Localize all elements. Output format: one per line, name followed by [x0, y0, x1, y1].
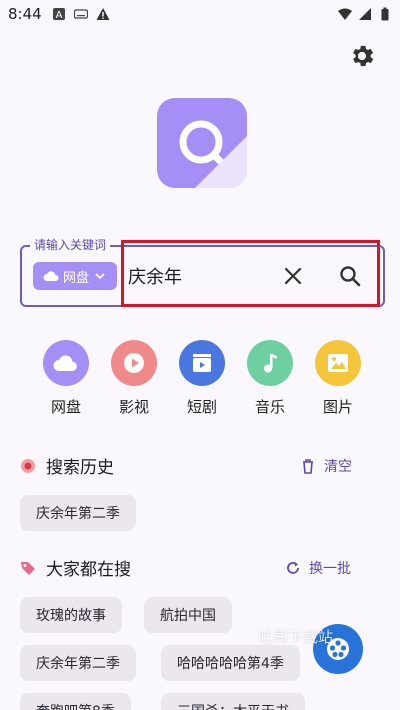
trending-section-title: 大家都在搜 [20, 555, 131, 580]
a-badge-icon: A [52, 8, 65, 21]
music-note-icon [264, 354, 277, 373]
cloud-icon [53, 355, 77, 371]
history-dot-icon [21, 458, 35, 473]
warning-icon [96, 8, 110, 20]
tag-icon [21, 561, 35, 575]
search-input[interactable]: 庆余年 [128, 263, 182, 289]
signal-icon [359, 8, 371, 20]
gear-icon[interactable] [348, 42, 376, 70]
history-title: 搜索历史 [46, 458, 114, 478]
image-icon [328, 354, 348, 372]
cloud-icon [43, 271, 59, 281]
category-circle [111, 340, 157, 386]
status-time: 8:44 [8, 5, 42, 23]
keyboard-icon [73, 9, 88, 19]
logo-fold [195, 136, 247, 188]
search-label: 请输入关键词 [30, 236, 111, 253]
refresh-icon [287, 562, 299, 574]
refresh-label: 换一批 [309, 561, 351, 577]
trending-chip[interactable]: 航拍中国 [144, 597, 232, 633]
refresh-trending-button[interactable]: 换一批 [285, 558, 351, 578]
clear-history-label: 清空 [324, 459, 352, 475]
trending-chip[interactable]: 三国杀：太平天书 [161, 693, 305, 710]
clear-history-button[interactable]: 清空 [300, 456, 352, 476]
category-netdisk[interactable]: 网盘 [32, 340, 100, 417]
category-movies[interactable]: 影视 [100, 340, 168, 417]
category-circle [247, 340, 293, 386]
trending-chip[interactable]: 奔跑吧第8季 [20, 693, 131, 710]
battery-icon [381, 7, 389, 21]
trending-title: 大家都在搜 [46, 560, 131, 580]
app-logo [157, 98, 247, 188]
category-circle [315, 340, 361, 386]
svg-text:A: A [55, 10, 62, 21]
category-label: 图片 [322, 398, 353, 416]
category-circle [179, 340, 225, 386]
clapper-icon [193, 354, 211, 372]
watermark: 吐司下载站 [258, 628, 334, 646]
search-type-label: 网盘 [62, 270, 89, 286]
category-label: 短剧 [186, 398, 217, 416]
status-bar: 8:44 A [0, 0, 400, 28]
trending-chip[interactable]: 哈哈哈哈哈第4季 [161, 645, 300, 681]
trash-icon [303, 459, 313, 474]
search-icon[interactable] [338, 264, 362, 288]
category-row: 网盘 影视 短剧 音乐 图片 [20, 340, 380, 420]
category-label: 影视 [118, 398, 149, 416]
category-images[interactable]: 图片 [304, 340, 372, 417]
play-icon [124, 353, 144, 373]
chevron-down-icon [95, 273, 105, 280]
trending-chip[interactable]: 玫瑰的故事 [20, 597, 122, 633]
category-short-drama[interactable]: 短剧 [168, 340, 236, 417]
category-circle [43, 340, 89, 386]
search-type-dropdown[interactable]: 网盘 [33, 262, 117, 290]
category-label: 音乐 [254, 398, 285, 416]
trending-chips-overflow: 奔跑吧第8季 三国杀：太平天书 [0, 680, 400, 710]
history-chip[interactable]: 庆余年第二季 [20, 495, 136, 531]
category-label: 网盘 [50, 398, 81, 416]
trending-chip[interactable]: 庆余年第二季 [20, 645, 136, 681]
close-icon[interactable] [283, 266, 303, 286]
category-music[interactable]: 音乐 [236, 340, 304, 417]
wifi-icon [338, 8, 352, 20]
history-section-title: 搜索历史 [20, 453, 114, 478]
